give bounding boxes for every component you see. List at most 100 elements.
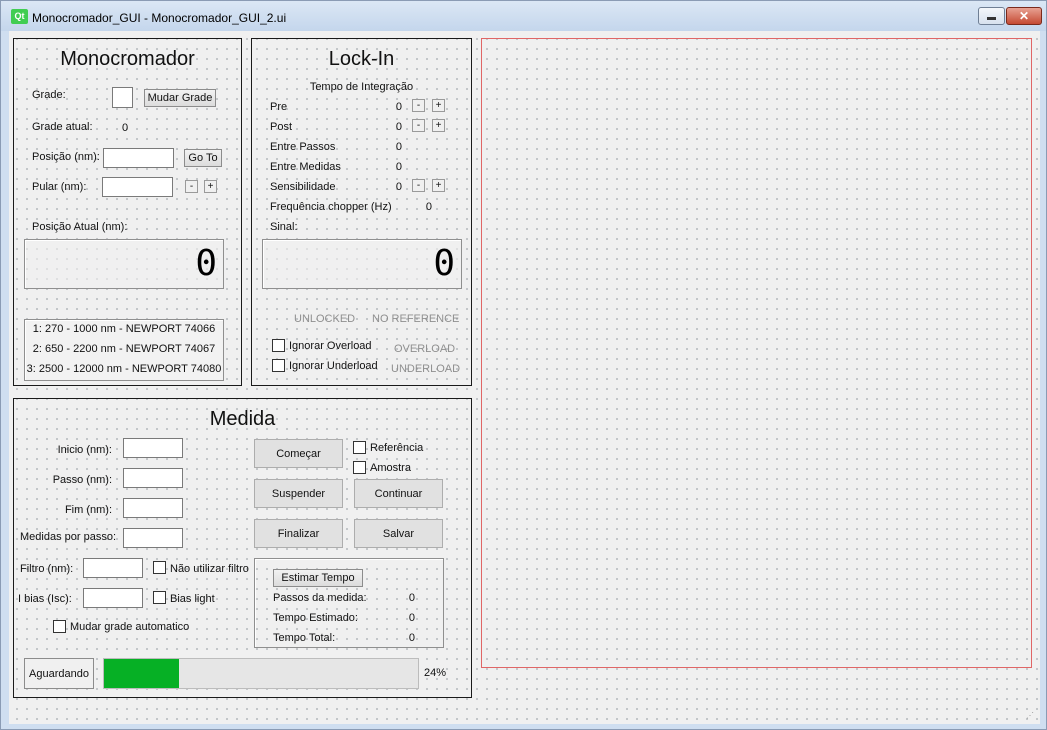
grating-list: 1: 270 - 1000 nm - NEWPORT 74066 2: 650 … [24, 319, 224, 381]
grade-input[interactable] [112, 87, 133, 108]
freq-label: Frequência chopper (Hz) [270, 201, 392, 213]
bias-light-checkbox[interactable] [153, 591, 166, 604]
amostra-checkbox[interactable] [353, 461, 366, 474]
filtro-input[interactable] [83, 558, 143, 578]
close-button[interactable]: ✕ [1006, 7, 1042, 25]
inicio-input[interactable] [123, 438, 183, 458]
referencia-checkbox[interactable] [353, 441, 366, 454]
lockin-group: Lock-In Tempo de Integração Pre 0 - + Po… [251, 38, 472, 386]
progress-bar-fill [104, 659, 180, 688]
filtro-label: Filtro (nm): [20, 563, 74, 575]
grating-item: 1: 270 - 1000 nm - NEWPORT 74066 [32, 323, 216, 335]
referencia-label[interactable]: Referência [370, 442, 423, 454]
nao-filtro-checkbox[interactable] [153, 561, 166, 574]
pre-label: Pre [270, 101, 288, 113]
salvar-button[interactable]: Salvar [354, 519, 443, 548]
posicao-label: Posição (nm): [32, 151, 100, 163]
overload-indicator: OVERLOAD [394, 343, 456, 355]
post-plus-button[interactable]: + [432, 119, 445, 132]
ignorar-underload-checkbox[interactable] [272, 359, 285, 372]
client-area: Monocromador Grade: Mudar Grade Grade at… [9, 31, 1040, 724]
post-value: 0 [395, 121, 402, 133]
comecar-button[interactable]: Começar [254, 439, 343, 468]
sens-minus-button[interactable]: - [412, 179, 425, 192]
ibias-label: I bias (Isc): [18, 593, 72, 605]
grating-item: 2: 650 - 2200 nm - NEWPORT 74067 [32, 343, 216, 355]
pre-value: 0 [395, 101, 402, 113]
medida-title: Medida [209, 408, 276, 430]
ignorar-overload-checkbox[interactable] [272, 339, 285, 352]
pre-plus-button[interactable]: + [432, 99, 445, 112]
goto-button[interactable]: Go To [184, 149, 222, 167]
minimize-icon [987, 17, 996, 20]
grade-atual-value: 0 [122, 122, 129, 134]
ignorar-overload-label[interactable]: Ignorar Overload [289, 340, 372, 352]
entre-passos-label: Entre Passos [270, 141, 336, 153]
posicao-atual-display: 0 [24, 239, 224, 289]
fim-input[interactable] [123, 498, 183, 518]
monocromador-group: Monocromador Grade: Mudar Grade Grade at… [13, 38, 242, 386]
underload-indicator: UNDERLOAD [391, 363, 461, 375]
main-window: Qt Monocromador_GUI - Monocromador_GUI_2… [0, 0, 1047, 730]
estimativa-panel: Estimar Tempo Passos da medida: 0 Tempo … [254, 558, 444, 648]
sinal-display: 0 [262, 239, 462, 289]
tempo-estimado-label: Tempo Estimado: [273, 612, 358, 624]
tempo-integracao-label: Tempo de Integração [309, 81, 414, 93]
post-minus-button[interactable]: - [412, 119, 425, 132]
passo-label: Passo (nm): [52, 474, 112, 486]
pular-label: Pular (nm): [32, 181, 87, 193]
sensibilidade-value: 0 [395, 181, 402, 193]
inicio-label: Inicio (nm): [57, 444, 112, 456]
title-bar: Qt Monocromador_GUI - Monocromador_GUI_2… [1, 1, 1046, 31]
medidas-por-passo-label: Medidas por passo: [20, 531, 116, 543]
progress-bar [103, 658, 419, 689]
pre-minus-button[interactable]: - [412, 99, 425, 112]
grade-label: Grade: [32, 89, 66, 101]
posicao-atual-label: Posição Atual (nm): [32, 221, 128, 233]
suspender-button[interactable]: Suspender [254, 479, 343, 508]
posicao-atual-lcd-value: 0 [195, 243, 217, 284]
entre-medidas-label: Entre Medidas [270, 161, 341, 173]
freq-value: 0 [425, 201, 432, 213]
lockin-title: Lock-In [328, 48, 395, 70]
mudar-grade-button[interactable]: Mudar Grade [144, 89, 216, 107]
mudar-auto-label[interactable]: Mudar grade automatico [70, 621, 189, 633]
minimize-button[interactable] [978, 7, 1005, 25]
window-title: Monocromador_GUI - Monocromador_GUI_2.ui [32, 11, 287, 25]
entre-passos-value: 0 [395, 141, 402, 153]
sinal-label: Sinal: [270, 221, 298, 233]
pular-plus-button[interactable]: + [204, 180, 217, 193]
medida-group: Medida Inicio (nm): Passo (nm): Fim (nm)… [13, 398, 472, 698]
posicao-input[interactable] [103, 148, 174, 168]
mudar-auto-checkbox[interactable] [53, 620, 66, 633]
bias-light-label[interactable]: Bias light [170, 593, 215, 605]
status-display: Aguardando [24, 658, 94, 689]
pular-minus-button[interactable]: - [185, 180, 198, 193]
sensibilidade-label: Sensibilidade [270, 181, 336, 193]
amostra-label[interactable]: Amostra [370, 462, 411, 474]
ibias-input[interactable] [83, 588, 143, 608]
fim-label: Fim (nm): [64, 504, 112, 516]
passo-input[interactable] [123, 468, 183, 488]
sinal-lcd-value: 0 [433, 243, 455, 284]
nao-filtro-label[interactable]: Não utilizar filtro [170, 563, 249, 575]
pular-input[interactable] [102, 177, 173, 197]
estimar-tempo-button[interactable]: Estimar Tempo [273, 569, 363, 587]
qt-logo-icon: Qt [11, 9, 28, 24]
post-label: Post [270, 121, 293, 133]
finalizar-button[interactable]: Finalizar [254, 519, 343, 548]
medidas-por-passo-input[interactable] [123, 528, 183, 548]
tempo-estimado-value: 0 [408, 612, 415, 624]
grating-item: 3: 2500 - 12000 nm - NEWPORT 74080 [26, 363, 222, 375]
plot-area[interactable] [481, 38, 1032, 668]
passos-medida-label: Passos da medida: [273, 592, 367, 604]
unlocked-indicator: UNLOCKED [294, 313, 356, 325]
tempo-total-label: Tempo Total: [273, 632, 336, 644]
resize-grip-icon[interactable]: ⋰ [1026, 711, 1036, 721]
progress-text: 24% [424, 667, 447, 679]
sens-plus-button[interactable]: + [432, 179, 445, 192]
continuar-button[interactable]: Continuar [354, 479, 443, 508]
ignorar-underload-label[interactable]: Ignorar Underload [289, 360, 378, 372]
tempo-total-value: 0 [408, 632, 415, 644]
entre-medidas-value: 0 [395, 161, 402, 173]
